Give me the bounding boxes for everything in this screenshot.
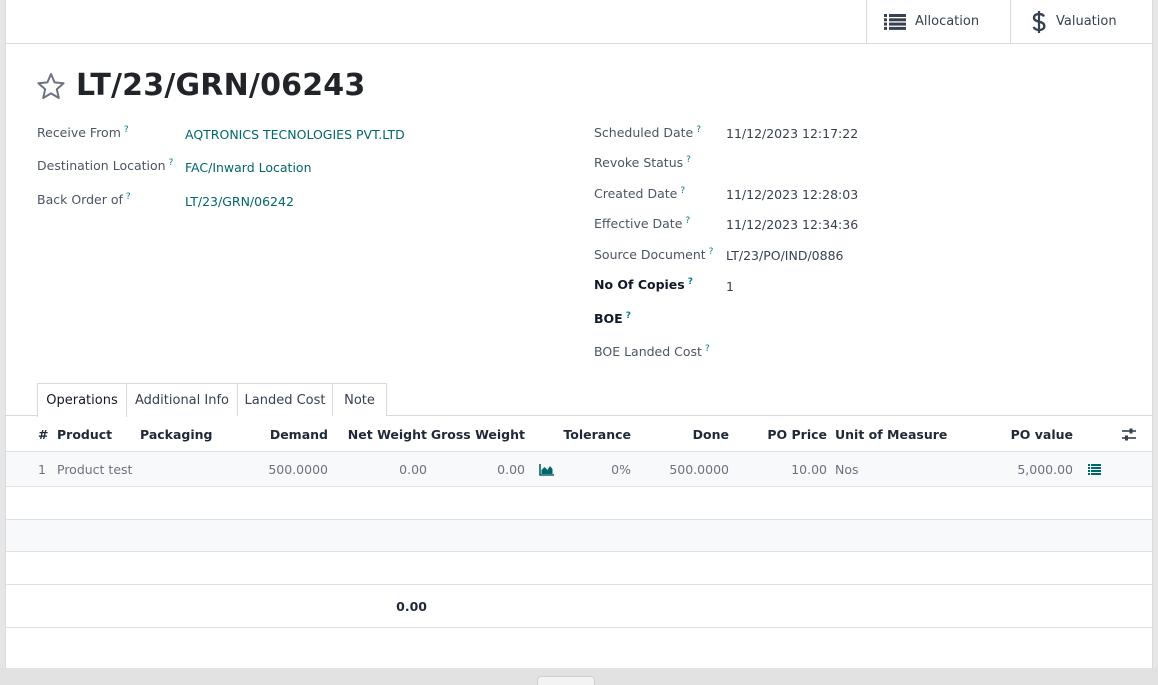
footer-divider bbox=[6, 627, 1152, 628]
row-done[interactable]: 500.0000 bbox=[631, 462, 729, 477]
scheduled-date-value[interactable]: 11/12/2023 12:17:22 bbox=[726, 126, 858, 141]
boe-label: BOE? bbox=[594, 311, 631, 327]
effective-date-value: 11/12/2023 12:34:36 bbox=[726, 217, 859, 232]
row-gross-weight[interactable]: 0.00 bbox=[427, 462, 525, 477]
col-demand[interactable]: Demand bbox=[228, 427, 328, 442]
row-uom[interactable]: Nos bbox=[835, 462, 859, 477]
col-num: # bbox=[38, 427, 49, 442]
col-po-price[interactable]: PO Price bbox=[729, 427, 827, 442]
col-product[interactable]: Product bbox=[57, 427, 112, 442]
tab-additional-info[interactable]: Additional Info bbox=[126, 383, 238, 416]
row-divider bbox=[6, 551, 1152, 552]
tab-landed-cost[interactable]: Landed Cost bbox=[237, 383, 333, 416]
created-date-value: 11/12/2023 12:28:03 bbox=[726, 187, 859, 202]
valuation-label: Valuation bbox=[1056, 14, 1117, 29]
revoke-status-label: Revoke Status? bbox=[594, 155, 691, 171]
form-sheet: Allocation Valuation LT/23/GRN/06243 Rec… bbox=[5, 0, 1153, 668]
col-gross-weight[interactable]: Gross Weight bbox=[427, 427, 525, 442]
row-po-value[interactable]: 5,000.00 bbox=[973, 462, 1073, 477]
notebook-tabs: Operations Additional Info Landed Cost N… bbox=[6, 383, 1152, 417]
effective-date-label: Effective Date? bbox=[594, 216, 691, 232]
star-icon[interactable] bbox=[36, 72, 66, 100]
scheduled-date-label: Scheduled Date? bbox=[594, 125, 702, 141]
row-num: 1 bbox=[38, 462, 46, 477]
button-box: Allocation Valuation bbox=[6, 0, 1152, 44]
row-po-price[interactable]: 10.00 bbox=[729, 462, 827, 477]
col-tolerance[interactable]: Tolerance bbox=[531, 427, 631, 442]
destination-location-label: Destination Location? bbox=[37, 158, 174, 174]
record-title-row: LT/23/GRN/06243 bbox=[36, 68, 365, 103]
boe-landed-cost-label: BOE Landed Cost? bbox=[594, 344, 710, 360]
tab-note[interactable]: Note bbox=[332, 383, 387, 416]
back-order-value[interactable]: LT/23/GRN/06242 bbox=[185, 194, 294, 209]
row-demand[interactable]: 500.0000 bbox=[228, 462, 328, 477]
dollar-icon bbox=[1032, 10, 1046, 33]
row-net-weight[interactable]: 0.00 bbox=[328, 462, 427, 477]
row-divider bbox=[6, 486, 1152, 487]
tab-operations[interactable]: Operations bbox=[37, 383, 127, 417]
back-order-label: Back Order of? bbox=[37, 192, 131, 208]
list-icon bbox=[884, 13, 906, 30]
empty-row bbox=[6, 520, 1152, 551]
receive-from-value[interactable]: AQTRONICS TECNOLOGIES PVT.LTD bbox=[185, 127, 405, 142]
valuation-button[interactable]: Valuation bbox=[1010, 0, 1152, 43]
footer-net-weight-total: 0.00 bbox=[396, 599, 427, 614]
col-po-value[interactable]: PO value bbox=[973, 427, 1073, 442]
page-title: LT/23/GRN/06243 bbox=[76, 68, 366, 103]
allocation-label: Allocation bbox=[915, 14, 980, 29]
allocation-button[interactable]: Allocation bbox=[866, 0, 1010, 43]
row-divider bbox=[6, 584, 1152, 585]
source-document-label: Source Document? bbox=[594, 247, 714, 263]
col-net-weight[interactable]: Net Weight bbox=[328, 427, 427, 442]
destination-location-value[interactable]: FAC/Inward Location bbox=[185, 160, 312, 175]
optional-columns-icon[interactable] bbox=[1122, 428, 1136, 441]
row-tolerance[interactable]: 0% bbox=[531, 462, 631, 477]
copies-value[interactable]: 1 bbox=[726, 279, 734, 294]
details-list-icon[interactable] bbox=[1088, 464, 1101, 475]
receive-from-label: Receive From? bbox=[37, 125, 129, 141]
col-packaging[interactable]: Packaging bbox=[140, 427, 213, 442]
row-product[interactable]: Product test bbox=[57, 462, 132, 477]
col-done[interactable]: Done bbox=[631, 427, 729, 442]
bottom-tab[interactable] bbox=[537, 676, 595, 685]
copies-label: No Of Copies? bbox=[594, 277, 693, 293]
source-document-value[interactable]: LT/23/PO/IND/0886 bbox=[726, 248, 843, 263]
col-uom[interactable]: Unit of Measure bbox=[835, 427, 947, 442]
created-date-label: Created Date? bbox=[594, 186, 686, 202]
